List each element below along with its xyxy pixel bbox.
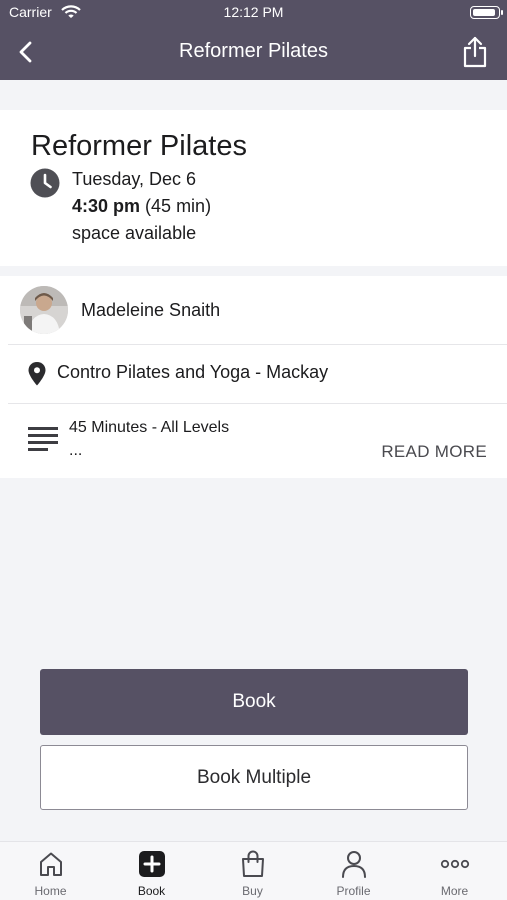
tab-more[interactable]: More xyxy=(404,842,505,900)
class-time: 4:30 pm xyxy=(72,196,141,216)
battery-icon xyxy=(470,6,503,19)
tab-home-label: Home xyxy=(34,884,67,898)
status-bar: Carrier 12:12 PM xyxy=(0,0,507,26)
description-row: 45 Minutes - All Levels ... READ MORE xyxy=(8,404,507,478)
top-bar: Carrier 12:12 PM Reformer Pilates xyxy=(0,0,507,80)
book-button[interactable]: Book xyxy=(40,669,468,735)
book-multiple-button[interactable]: Book Multiple xyxy=(40,745,468,810)
tab-profile[interactable]: Profile xyxy=(303,842,404,900)
tab-book-label: Book xyxy=(137,884,166,898)
user-icon xyxy=(303,850,404,878)
class-info-card: Reformer Pilates Tuesday, Dec 6 4:30 pm … xyxy=(0,110,507,266)
instructor-avatar xyxy=(20,286,68,334)
clock-icon xyxy=(30,168,60,203)
class-time-line: 4:30 pm (45 min) xyxy=(72,196,211,217)
tab-home[interactable]: Home xyxy=(0,842,101,900)
description-ellipsis: ... xyxy=(69,442,83,459)
instructor-name: Madeleine Snaith xyxy=(81,300,221,320)
description-text: 45 Minutes - All Levels xyxy=(69,419,230,436)
clock-time: 12:12 PM xyxy=(223,4,284,20)
tab-buy[interactable]: Buy xyxy=(202,842,303,900)
share-icon xyxy=(463,36,487,68)
class-duration: (45 min) xyxy=(145,196,212,216)
more-dots-icon xyxy=(404,850,505,878)
share-button[interactable] xyxy=(459,34,491,70)
instructor-row[interactable]: Madeleine Snaith xyxy=(8,276,507,345)
location-pin-icon xyxy=(28,362,46,391)
back-button[interactable] xyxy=(10,36,40,68)
class-date: Tuesday, Dec 6 xyxy=(72,169,197,189)
page-title: Reformer Pilates xyxy=(179,40,328,62)
tab-book[interactable]: Book xyxy=(101,842,202,900)
description-lines-icon xyxy=(28,426,58,459)
chevron-left-icon xyxy=(19,41,32,63)
details-card: Madeleine Snaith Contro Pilates and Yoga… xyxy=(0,276,507,478)
tab-more-label: More xyxy=(440,884,469,898)
read-more-link[interactable]: READ MORE xyxy=(381,442,487,462)
home-icon xyxy=(0,850,101,878)
class-title: Reformer Pilates xyxy=(31,130,247,162)
plus-square-icon xyxy=(101,850,202,878)
shopping-bag-icon xyxy=(202,850,303,878)
availability-status: space available xyxy=(72,223,197,243)
tab-bar: Home Book Buy Profile More xyxy=(0,841,507,900)
location-row[interactable]: Contro Pilates and Yoga - Mackay xyxy=(8,345,507,404)
location-name: Contro Pilates and Yoga - Mackay xyxy=(57,362,329,382)
tab-buy-label: Buy xyxy=(242,884,263,898)
tab-profile-label: Profile xyxy=(336,884,371,898)
battery-level xyxy=(473,9,495,16)
nav-bar: Reformer Pilates xyxy=(0,28,507,76)
